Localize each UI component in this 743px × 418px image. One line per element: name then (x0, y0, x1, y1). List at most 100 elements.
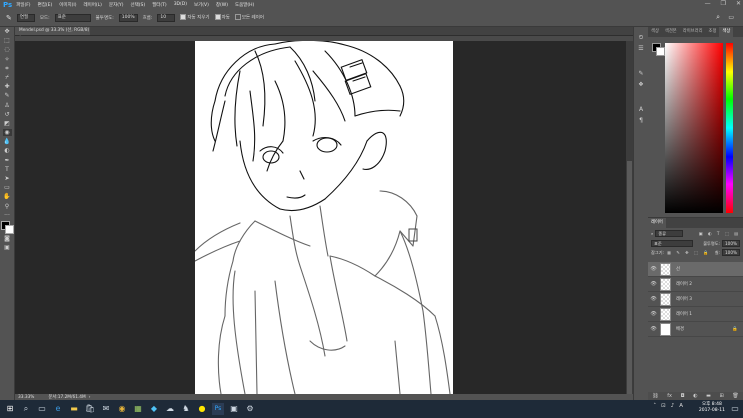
more-tools-icon[interactable]: ··· (3, 212, 12, 219)
photoshop-task-icon[interactable]: Ps (212, 403, 224, 415)
menu-view[interactable]: 보기(V) (194, 2, 209, 8)
tab-color[interactable]: 색상 (648, 27, 662, 37)
system-clock[interactable]: 오후 8:48 2017-08-11 (699, 402, 725, 414)
all-layers-checkbox[interactable]: 모든 레이어 (234, 14, 264, 21)
path-select-tool-icon[interactable]: ➤ (3, 175, 12, 182)
layer-name[interactable]: 레이어 2 (676, 281, 692, 287)
visibility-eye-icon[interactable]: 👁 (650, 311, 657, 317)
volume-icon[interactable]: ♪ (671, 403, 675, 409)
maximize-button[interactable]: ❐ (721, 0, 726, 7)
brush-tool-icon[interactable]: ✎ (3, 92, 12, 99)
tab-color-active[interactable]: 색상 (719, 27, 734, 37)
kakaotalk-icon[interactable]: ● (196, 403, 208, 415)
notification-icon[interactable]: ▭ (729, 403, 741, 415)
tool-preset-picker[interactable]: 연필 (16, 13, 35, 22)
app-icon-2[interactable]: ◆ (148, 403, 160, 415)
windows-start-icon[interactable]: ⊞ (4, 403, 16, 415)
chrome-icon[interactable]: ◉ (116, 403, 128, 415)
ime-indicator[interactable]: A (679, 403, 683, 409)
search-icon[interactable]: ⌕ (716, 13, 720, 22)
app-icon-3[interactable]: ☁ (164, 403, 176, 415)
properties-panel-icon[interactable]: ☰ (637, 45, 645, 52)
dodge-tool-icon[interactable]: ◐ (3, 147, 12, 154)
menu-image[interactable]: 이미지(I) (59, 2, 76, 8)
menu-filter[interactable]: 필터(T) (152, 2, 167, 8)
scrollbar-thumb[interactable] (627, 161, 632, 416)
tab-adjustments[interactable]: 조정 (706, 27, 720, 37)
opacity-field[interactable]: 100% (118, 13, 138, 22)
zoom-level[interactable]: 33.33% (18, 395, 34, 400)
status-arrow-icon[interactable]: › (89, 395, 91, 400)
screen-mode-icon[interactable]: ▣ (3, 244, 12, 251)
settings-icon[interactable]: ⚙ (244, 403, 256, 415)
pen-tool-icon[interactable]: ✒ (3, 157, 12, 164)
workspace-icon[interactable]: ▭ (728, 14, 734, 21)
document-canvas[interactable] (195, 41, 453, 394)
blur-tool-icon[interactable]: 💧 (3, 138, 12, 145)
link-icon[interactable]: ⛓ (652, 393, 658, 399)
hue-slider[interactable] (726, 43, 733, 213)
layer-name[interactable]: 레이어 3 (676, 296, 692, 302)
paragraph-panel-icon[interactable]: ¶ (637, 117, 645, 124)
task-view-icon[interactable]: ▭ (36, 403, 48, 415)
minimize-button[interactable]: — (705, 0, 711, 7)
new-layer-icon[interactable]: ⊞ (720, 393, 724, 399)
layer-row[interactable]: 👁 레이어 1 (648, 307, 743, 322)
menu-edit[interactable]: 편집(E) (38, 2, 53, 8)
layer-name[interactable]: 레이어 1 (676, 311, 692, 317)
background-color-swatch[interactable] (5, 224, 14, 234)
tab-libraries[interactable]: 라이브러리 (680, 27, 706, 37)
visibility-eye-icon[interactable]: 👁 (650, 326, 657, 332)
quick-mask-icon[interactable]: ◙ (3, 235, 12, 242)
eyedropper-tool-icon[interactable]: ⌿ (3, 74, 12, 81)
tab-layers[interactable]: 레이어 (648, 218, 666, 228)
layer-name[interactable]: 선 (676, 266, 680, 272)
layer-name[interactable]: 배경 (676, 326, 684, 332)
lock-icons[interactable]: ▦ ✎ ✥ ⬚ 🔒 (667, 250, 710, 256)
visibility-eye-icon[interactable]: 👁 (650, 266, 657, 272)
menu-select[interactable]: 선택(S) (130, 2, 145, 8)
filter-icons[interactable]: ▣ ◐ T ⬚ ▤ (699, 231, 740, 236)
layer-row[interactable]: 👁 레이어 3 (648, 292, 743, 307)
search-icon[interactable]: ⌕ (20, 403, 32, 415)
panel-color-swatches[interactable] (652, 43, 665, 56)
color-swatches[interactable] (1, 220, 14, 234)
document-tab[interactable]: Mendel.psd @ 33.3% (선, RGB/8) * × (15, 27, 90, 41)
edge-browser-icon[interactable]: e (52, 403, 64, 415)
tab-swatches[interactable]: 색견본 (662, 27, 680, 37)
vertical-scrollbar[interactable] (626, 41, 633, 416)
filter-kind-select[interactable]: 종류 (655, 230, 684, 237)
chevron-up-icon[interactable]: ˄ (653, 403, 656, 409)
auto-checkbox[interactable]: 자동 (214, 14, 230, 21)
quick-select-tool-icon[interactable]: ✧ (3, 56, 12, 63)
canvas-area[interactable] (15, 41, 626, 394)
rectangle-tool-icon[interactable]: ▭ (3, 184, 12, 191)
network-icon[interactable]: ⊡ (661, 403, 666, 409)
menu-file[interactable]: 파일(F) (16, 2, 30, 8)
file-explorer-icon[interactable]: ▬ (68, 403, 80, 415)
pencil-tool-icon[interactable]: ✎ (6, 14, 12, 22)
layer-row-background[interactable]: 👁 배경 🔒 (648, 322, 743, 337)
zoom-tool-icon[interactable]: ⚲ (3, 203, 12, 210)
clone-stamp-tool-icon[interactable]: ♙ (3, 102, 12, 109)
healing-brush-tool-icon[interactable]: ✚ (3, 83, 12, 90)
menu-window[interactable]: 창(W) (216, 2, 228, 8)
fill-field[interactable]: 100% (722, 249, 740, 256)
hand-tool-icon[interactable]: ✋ (3, 193, 12, 200)
layer-row[interactable]: 👁 레이어 2 (648, 277, 743, 292)
menu-type[interactable]: 문자(Y) (109, 2, 124, 8)
menu-help[interactable]: 도움말(H) (235, 2, 254, 8)
mask-icon[interactable]: ◘ (681, 393, 685, 399)
game-icon[interactable]: ♞ (180, 403, 192, 415)
lasso-tool-icon[interactable]: ◌ (3, 46, 12, 53)
crop-tool-icon[interactable]: ⌗ (3, 65, 12, 72)
eraser-tool-icon[interactable]: ◩ (3, 120, 12, 127)
folder-icon[interactable]: ▬ (706, 393, 711, 399)
menu-3d[interactable]: 3D(D) (174, 2, 187, 7)
store-icon[interactable]: 🛍 (84, 403, 96, 415)
visibility-eye-icon[interactable]: 👁 (650, 281, 657, 287)
move-tool-icon[interactable]: ✥ (3, 28, 12, 35)
character-panel-icon[interactable]: A (637, 106, 645, 113)
marquee-tool-icon[interactable]: ⬚ (3, 37, 12, 44)
type-tool-icon[interactable]: T (3, 166, 12, 173)
